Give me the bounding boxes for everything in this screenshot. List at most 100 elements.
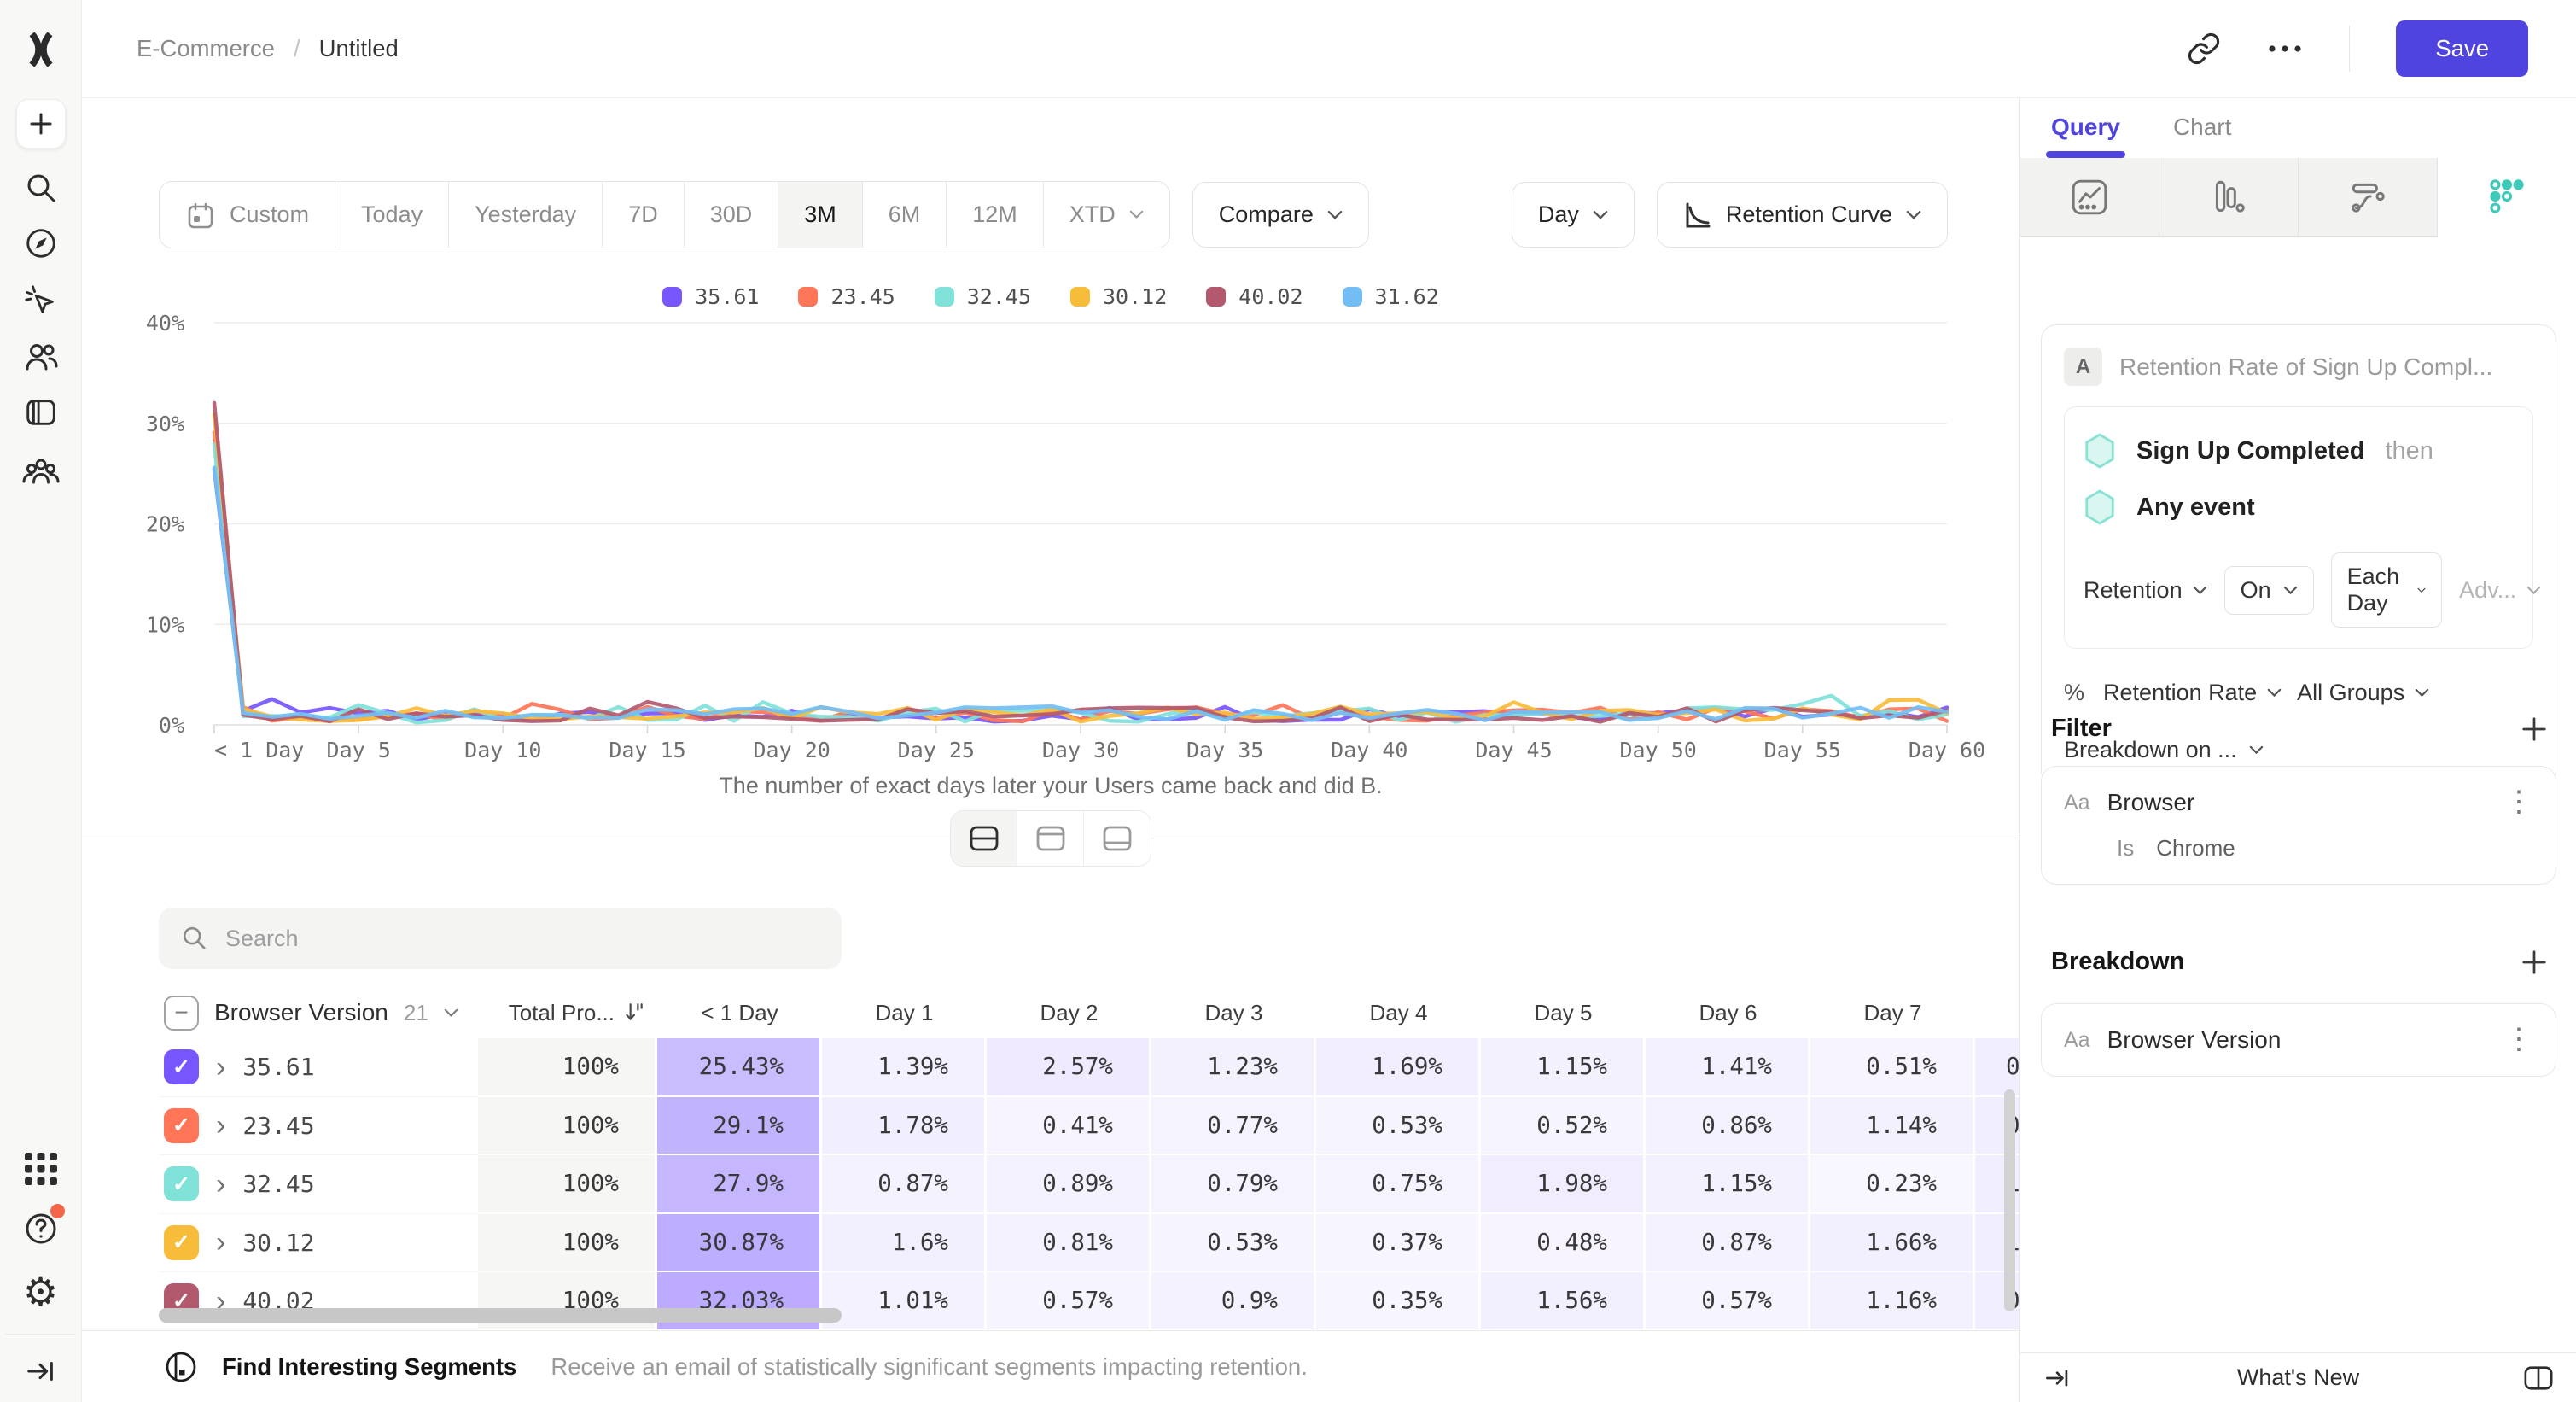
range-6m[interactable]: 6M — [863, 182, 947, 248]
table-row-label[interactable]: ✓ › 23.45 — [159, 1097, 478, 1156]
chart-style-dropdown[interactable]: Retention Curve — [1657, 182, 1948, 248]
community-nav-icon[interactable] — [20, 451, 61, 492]
find-interesting-segments-link[interactable]: Find Interesting Segments — [222, 1353, 516, 1381]
advanced-dropdown[interactable]: Adv... — [2459, 577, 2541, 604]
boards-nav-icon[interactable] — [20, 392, 61, 433]
insights-chart-icon[interactable] — [2020, 158, 2159, 237]
row-expand-icon[interactable]: › — [216, 1228, 225, 1257]
collapse-panel-icon[interactable] — [2043, 1363, 2073, 1393]
filter-card[interactable]: Aa Browser ⋮ Is Chrome — [2041, 766, 2556, 885]
interval-dropdown[interactable]: Each Day — [2331, 552, 2443, 628]
whats-new-link[interactable]: What's New — [2073, 1364, 2523, 1391]
tab-chart[interactable]: Chart — [2173, 114, 2231, 158]
range-7d[interactable]: 7D — [603, 182, 685, 248]
legend-item[interactable]: 30.12 — [1070, 284, 1167, 309]
legend-item[interactable]: 32.45 — [935, 284, 1031, 309]
more-options-icon[interactable] — [2267, 44, 2303, 54]
table-header-day-2[interactable]: Day 2 — [987, 987, 1151, 1038]
layout-chart-only-button[interactable] — [1017, 811, 1084, 866]
filter-value[interactable]: Chrome — [2156, 835, 2235, 862]
expand-sidebar-icon[interactable] — [20, 1351, 61, 1392]
discover-compass-icon[interactable] — [20, 223, 61, 264]
table-header-day-1[interactable]: Day 1 — [822, 987, 987, 1038]
metric-dropdown[interactable]: Retention Rate — [2103, 680, 2282, 706]
row-checkbox[interactable]: ✓ — [164, 1225, 199, 1260]
legend-item[interactable]: 23.45 — [798, 284, 895, 309]
help-icon[interactable] — [20, 1208, 61, 1249]
step-title-input[interactable]: Retention Rate of Sign Up Compl... — [2119, 353, 2492, 381]
row-checkbox[interactable]: ✓ — [164, 1049, 199, 1084]
svg-text:< 1 Day: < 1 Day — [214, 738, 304, 762]
users-nav-icon[interactable] — [20, 336, 61, 377]
filter-kebab-menu-icon[interactable]: ⋮ — [2504, 791, 2533, 814]
breakdown-kebab-menu-icon[interactable]: ⋮ — [2504, 1028, 2533, 1051]
breakdown-card[interactable]: Aa Browser Version ⋮ — [2041, 1003, 2556, 1077]
activity-cursor-icon[interactable] — [20, 280, 61, 321]
create-button[interactable] — [16, 99, 66, 149]
first-event-row[interactable]: Sign Up Completed then — [2084, 423, 2514, 479]
row-expand-icon[interactable]: › — [216, 1053, 225, 1082]
table-header-total[interactable]: Total Pro... — [478, 987, 657, 1038]
row-expand-icon[interactable]: › — [216, 1111, 225, 1140]
on-dropdown[interactable]: On — [2224, 566, 2314, 615]
add-filter-icon[interactable] — [2521, 716, 2547, 742]
legend-item[interactable]: 40.02 — [1206, 284, 1303, 309]
layout-split-button[interactable] — [951, 811, 1017, 866]
copy-link-icon[interactable] — [2187, 32, 2221, 66]
groups-dropdown[interactable]: All Groups — [2297, 680, 2429, 706]
legend-item[interactable]: 31.62 — [1343, 284, 1439, 309]
add-breakdown-icon[interactable] — [2521, 949, 2547, 975]
horizontal-scrollbar[interactable] — [159, 1308, 842, 1323]
select-all-checkbox[interactable]: − — [164, 996, 199, 1031]
table-header-day-3[interactable]: Day 3 — [1151, 987, 1316, 1038]
table-header--1-day[interactable]: < 1 Day — [657, 987, 822, 1038]
table-header-day-4[interactable]: Day 4 — [1316, 987, 1481, 1038]
sort-icon[interactable] — [623, 1002, 645, 1024]
layout-table-only-button[interactable] — [1084, 811, 1151, 866]
second-event-row[interactable]: Any event — [2084, 479, 2514, 535]
range-3m[interactable]: 3M — [778, 182, 863, 248]
range-12m[interactable]: 12M — [947, 182, 1044, 248]
table-row-label[interactable]: ✓›30.12 — [159, 1214, 478, 1273]
table-header-day-7[interactable]: Day 7 — [1810, 987, 1975, 1038]
row-expand-icon[interactable]: › — [216, 1170, 225, 1199]
breadcrumb-project[interactable]: E-Commerce — [137, 35, 275, 62]
vertical-scrollbar[interactable] — [2004, 1089, 2015, 1311]
legend-item[interactable]: 35.61 — [662, 284, 759, 309]
retention-chart-icon[interactable] — [2438, 158, 2576, 237]
range-xtd[interactable]: XTD — [1044, 182, 1169, 248]
table-row-label[interactable]: ✓›32.45 — [159, 1155, 478, 1214]
granularity-dropdown[interactable]: Day — [1512, 182, 1635, 248]
mixpanel-logo[interactable] — [21, 29, 61, 70]
funnels-chart-icon[interactable] — [2159, 158, 2299, 237]
search-input[interactable] — [225, 926, 819, 952]
row-checkbox[interactable]: ✓ — [164, 1108, 199, 1143]
table-header-day-6[interactable]: Day 6 — [1646, 987, 1810, 1038]
notification-dot — [50, 1204, 65, 1218]
cell--1-day: 27.9% — [657, 1155, 822, 1214]
table-header-day-5[interactable]: Day 5 — [1481, 987, 1646, 1038]
range-30d[interactable]: 30D — [685, 182, 779, 248]
row-label: 23.45 — [242, 1112, 314, 1140]
settings-gear-icon[interactable]: ⚙ — [23, 1272, 58, 1311]
filter-operator[interactable]: Is — [2117, 835, 2134, 862]
range-yesterday[interactable]: Yesterday — [449, 182, 603, 248]
split-view-icon[interactable] — [2523, 1364, 2554, 1392]
breakdown-property-name[interactable]: Browser Version — [2107, 1026, 2282, 1054]
range-today[interactable]: Today — [335, 182, 449, 248]
save-button[interactable]: Save — [2396, 20, 2528, 77]
cell-day-5: 1.56% — [1481, 1272, 1646, 1331]
flows-chart-icon[interactable] — [2299, 158, 2438, 237]
table-row-label[interactable]: ✓›35.61 — [159, 1038, 478, 1097]
cell-total: 100% — [478, 1097, 657, 1156]
filter-property-name[interactable]: Browser — [2107, 789, 2195, 816]
tab-query[interactable]: Query — [2051, 114, 2120, 158]
report-title[interactable]: Untitled — [319, 35, 399, 62]
retention-type-dropdown[interactable]: Retention — [2084, 577, 2207, 604]
compare-button[interactable]: Compare — [1192, 182, 1369, 248]
range-label: XTD — [1069, 202, 1116, 228]
search-nav-icon[interactable] — [20, 167, 61, 208]
row-checkbox[interactable]: ✓ — [164, 1166, 199, 1201]
range-custom[interactable]: Custom — [160, 182, 335, 248]
apps-grid-icon[interactable] — [20, 1148, 61, 1189]
